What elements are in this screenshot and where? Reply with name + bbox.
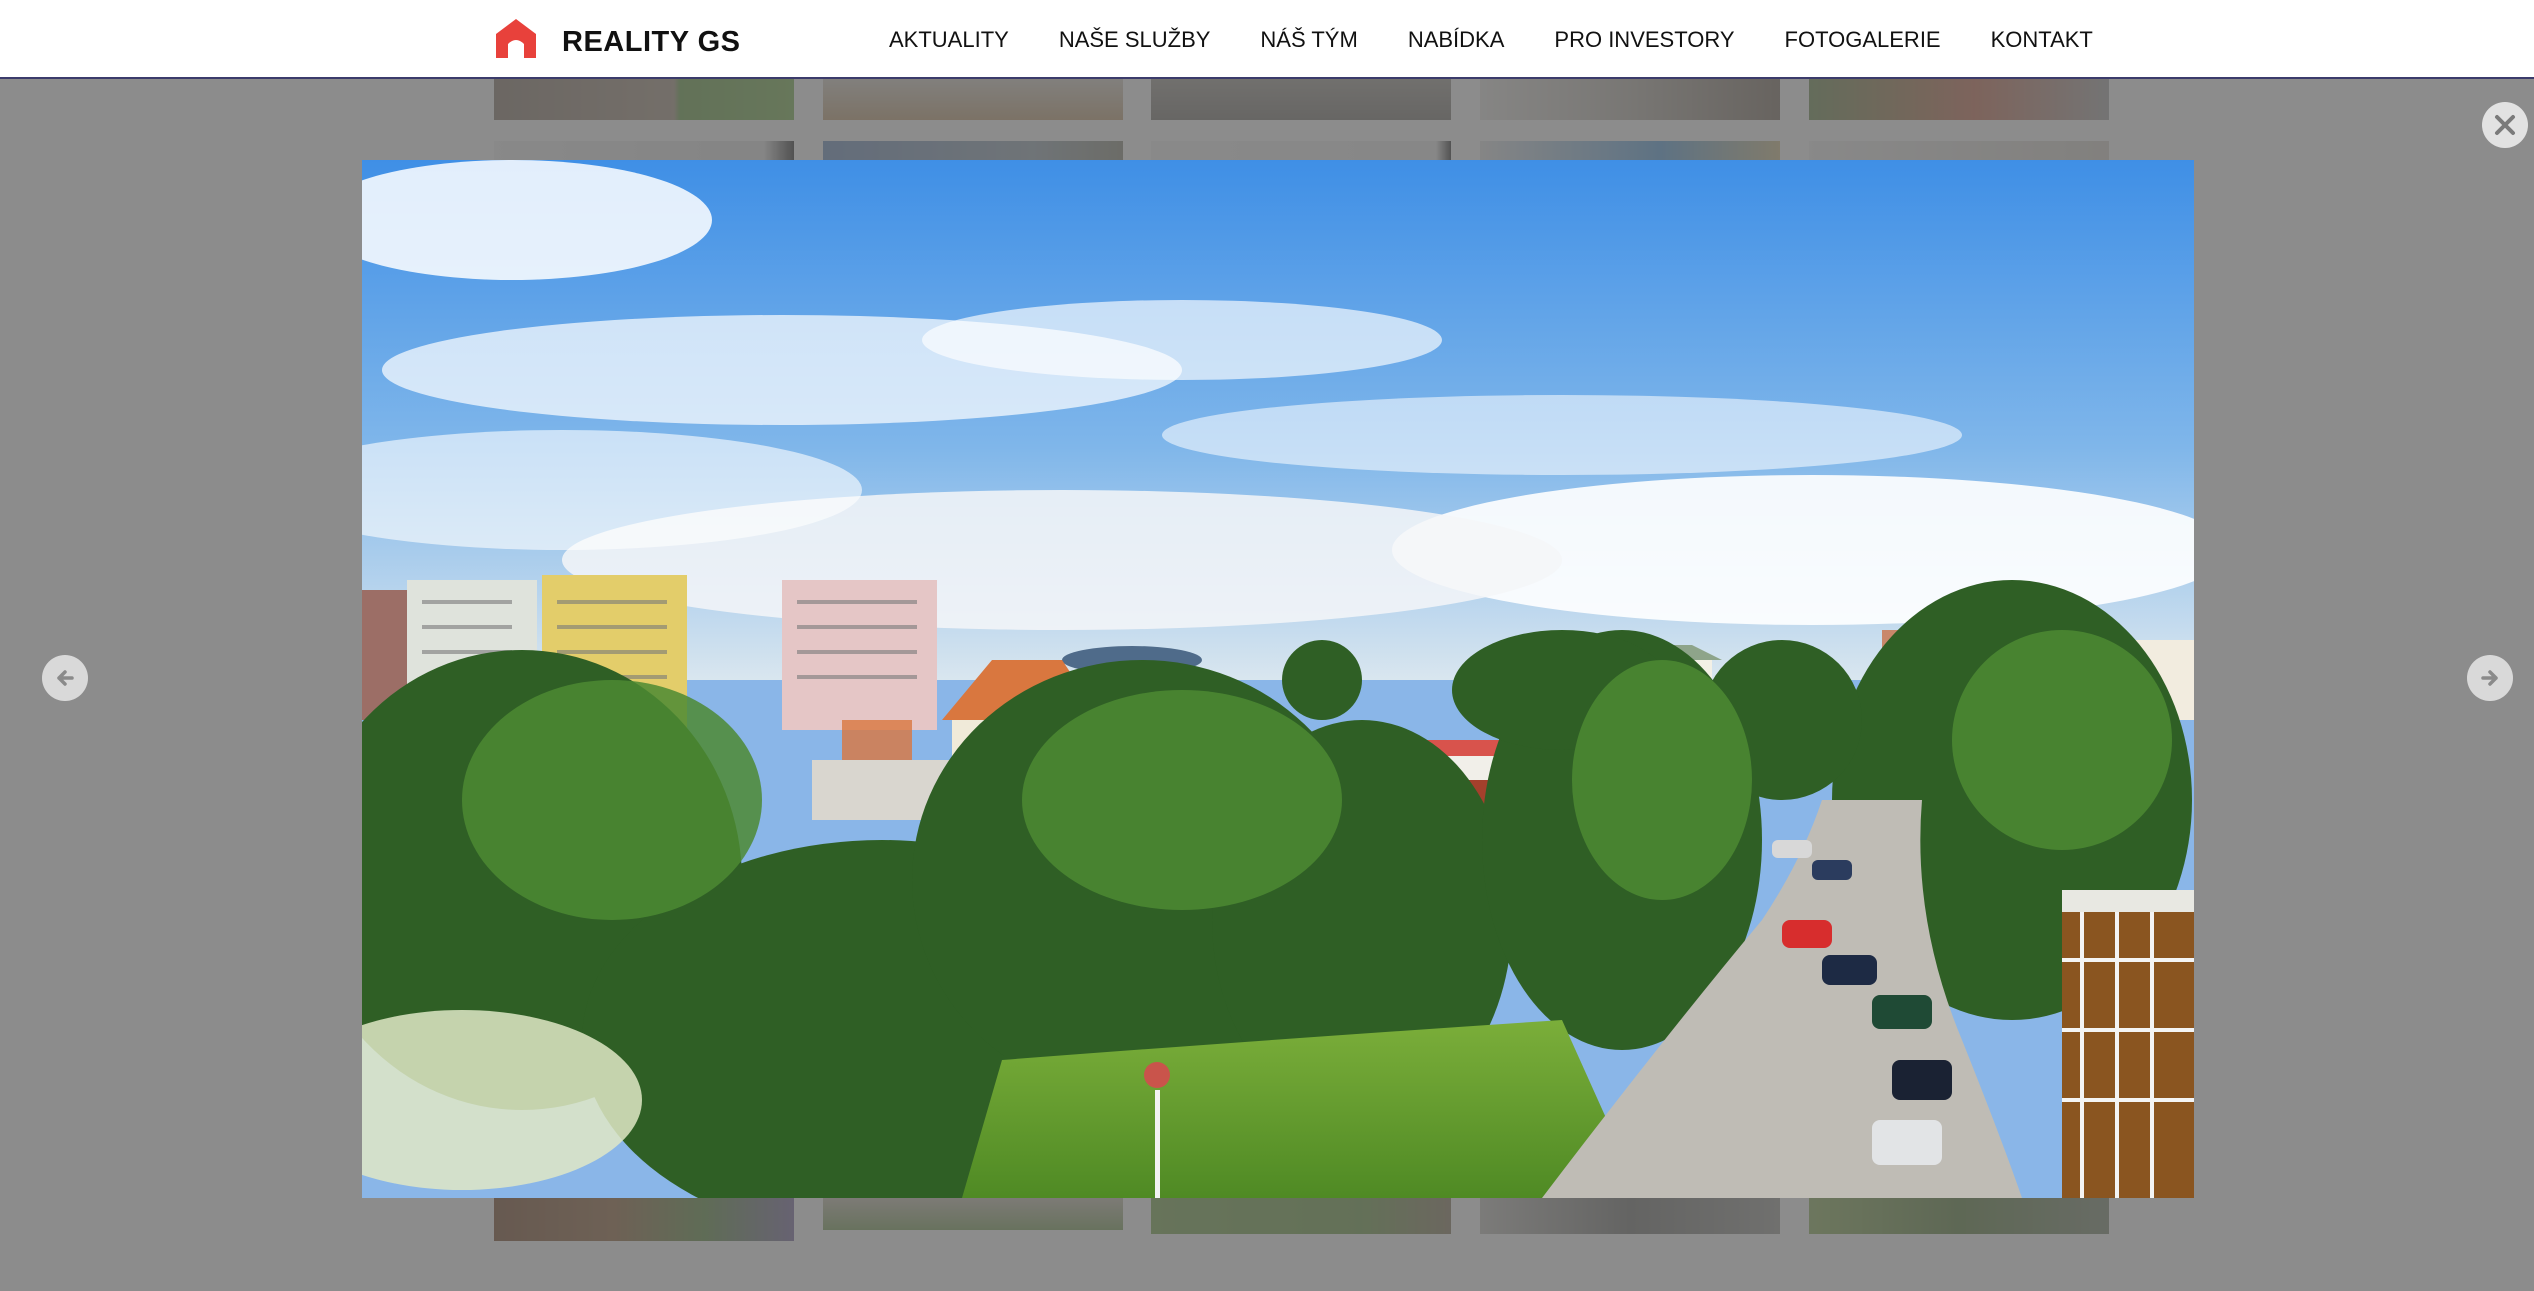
arrow-left-icon[interactable] [42,655,88,701]
nav-item-nas-tym[interactable]: NÁŠ TÝM [1260,20,1357,60]
house-icon[interactable] [494,16,538,60]
nav-item-nase-sluzby[interactable]: NAŠE SLUŽBY [1059,20,1211,60]
nav-item-nabidka[interactable]: NABÍDKA [1408,20,1505,60]
lightbox-image [362,160,2194,1198]
brand-name[interactable]: REALITY GS [562,22,741,62]
arrow-right-icon[interactable] [2467,655,2513,701]
site-header: REALITY GS AKTUALITY NAŠE SLUŽBY NÁŠ TÝM… [0,0,2534,79]
nav-item-kontakt[interactable]: KONTAKT [1991,20,2093,60]
nav-item-pro-investory[interactable]: PRO INVESTORY [1554,20,1734,60]
nav-item-aktuality[interactable]: AKTUALITY [889,20,1009,60]
close-icon[interactable] [2482,102,2528,148]
city-panorama-photo [362,160,2194,1198]
nav-item-fotogalerie[interactable]: FOTOGALERIE [1785,20,1941,60]
main-nav: AKTUALITY NAŠE SLUŽBY NÁŠ TÝM NABÍDKA PR… [889,20,2143,60]
